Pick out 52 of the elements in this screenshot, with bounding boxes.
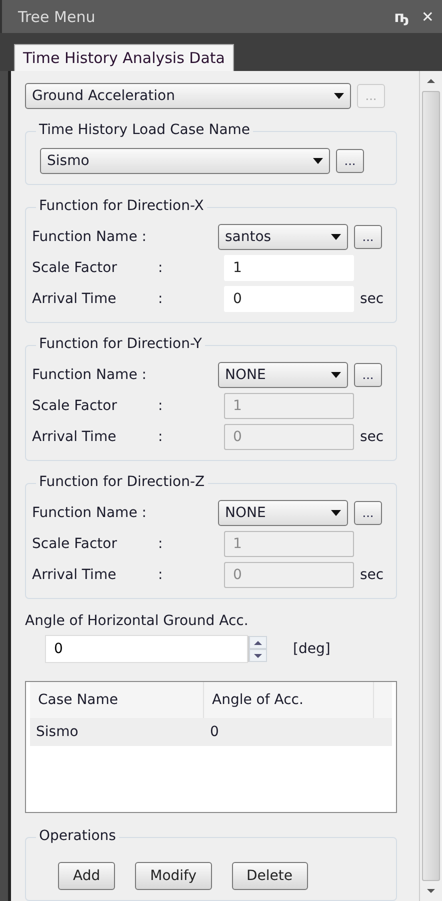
field-label: Arrival Time xyxy=(32,291,118,307)
more-button[interactable]: ... xyxy=(336,149,364,173)
scroll-down-icon[interactable] xyxy=(427,889,435,893)
action-button[interactable]: Delete xyxy=(232,862,308,890)
field-label: Arrival Time xyxy=(32,429,118,445)
caret-icon xyxy=(331,234,341,240)
more-button[interactable]: ... xyxy=(354,225,382,249)
field-label: Scale Factor xyxy=(32,536,118,552)
window-title: Tree Menu xyxy=(18,8,96,26)
angle-label: Angle of Horizontal Ground Acc. xyxy=(25,613,250,629)
caret-icon xyxy=(331,372,341,378)
unit-label: sec xyxy=(360,567,384,583)
field-label: Function Name : xyxy=(32,367,148,383)
group-title: Time History Load Case Name xyxy=(36,122,254,138)
function-dropdown[interactable]: santos xyxy=(218,224,348,250)
spin-down-button[interactable] xyxy=(249,649,267,662)
caret-icon xyxy=(331,510,341,516)
field-label: Function Name : xyxy=(32,229,148,245)
caret-icon xyxy=(313,158,323,164)
caret-icon xyxy=(334,93,344,99)
close-button[interactable]: ✕ xyxy=(421,8,434,26)
colon: : xyxy=(158,291,164,307)
spin-up-button[interactable] xyxy=(249,636,267,649)
field-label: Function Name : xyxy=(32,505,148,521)
table-cell-text: Sismo xyxy=(35,723,80,742)
scroll-up-icon[interactable] xyxy=(427,79,435,83)
unit-label: sec xyxy=(360,291,384,307)
arrival-input[interactable]: 0 xyxy=(224,286,354,312)
table-cell-text: 0 xyxy=(209,723,220,742)
load-case-dropdown[interactable]: Sismo xyxy=(40,148,330,174)
scrollbar-thumb[interactable] xyxy=(422,91,440,881)
tab[interactable]: Time History Analysis Data xyxy=(14,44,234,71)
down-arrow-icon xyxy=(254,654,262,658)
unit-label: [deg] xyxy=(293,641,330,657)
field-label: Scale Factor xyxy=(32,260,118,276)
type-dropdown[interactable]: Ground Acceleration xyxy=(25,83,351,109)
colon: : xyxy=(158,567,164,583)
colon: : xyxy=(158,260,164,276)
scale-input[interactable]: 1 xyxy=(224,255,354,281)
colon: : xyxy=(158,536,164,552)
table-row[interactable]: Sismo 0 xyxy=(30,718,392,746)
up-arrow-icon xyxy=(254,640,262,644)
field-label: Arrival Time xyxy=(32,567,118,583)
angle-input[interactable]: 0 xyxy=(45,635,248,663)
group-title: Operations xyxy=(36,828,119,844)
pin-button[interactable]: ҧ xyxy=(394,8,410,26)
colon: : xyxy=(158,429,164,445)
action-button[interactable]: Modify xyxy=(135,862,212,890)
action-button[interactable]: Add xyxy=(58,862,116,890)
field-label: Scale Factor xyxy=(32,398,118,414)
unit-label: sec xyxy=(360,429,384,445)
colon: : xyxy=(158,398,164,414)
